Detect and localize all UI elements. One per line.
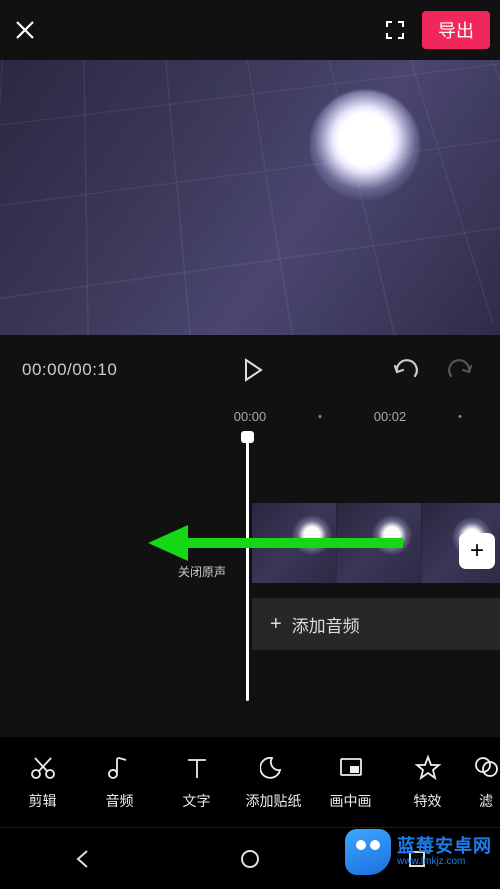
tool-label: 特效 xyxy=(414,791,442,811)
watermark: 蓝莓安卓网 www.lmkjz.com xyxy=(345,829,492,875)
timeline-ruler[interactable]: 00:00 00:02 xyxy=(0,405,500,433)
preview-grid xyxy=(0,60,500,335)
tool-label: 音频 xyxy=(106,791,134,811)
nav-back-button[interactable] xyxy=(63,839,103,879)
plus-icon: + xyxy=(470,537,484,565)
mute-original-audio-button[interactable]: 关闭原声 xyxy=(178,563,226,580)
tool-label: 文字 xyxy=(183,791,211,811)
watermark-title: 蓝莓安卓网 xyxy=(397,837,492,857)
tool-audio[interactable]: 音频 xyxy=(81,753,158,811)
total-time: 00:10 xyxy=(72,360,117,379)
bottom-toolbar: 剪辑 音频 文字 添加贴纸 画中画 xyxy=(0,737,500,827)
plus-icon: + xyxy=(270,613,282,636)
tool-label: 剪辑 xyxy=(29,791,57,811)
tool-label: 滤 xyxy=(479,791,493,811)
music-note-icon xyxy=(105,753,135,783)
ruler-dot xyxy=(459,415,462,418)
time-display: 00:00/00:10 xyxy=(22,360,117,380)
tool-effects[interactable]: 特效 xyxy=(389,753,466,811)
ruler-dot xyxy=(319,415,322,418)
export-button[interactable]: 导出 xyxy=(422,11,490,49)
timeline-area[interactable]: 关闭原声 + + 添加音频 xyxy=(0,433,500,713)
add-audio-track-button[interactable]: + 添加音频 xyxy=(252,598,500,650)
current-time: 00:00 xyxy=(22,360,67,379)
text-icon xyxy=(182,753,212,783)
moon-icon xyxy=(259,753,289,783)
ruler-tick-0: 00:00 xyxy=(234,409,267,424)
filter-icon xyxy=(471,753,500,783)
close-button[interactable] xyxy=(10,15,40,45)
transport-bar: 00:00/00:10 xyxy=(0,335,500,405)
add-clip-button[interactable]: + xyxy=(459,533,495,569)
scissors-icon xyxy=(28,753,58,783)
watermark-text: 蓝莓安卓网 www.lmkjz.com xyxy=(397,837,492,868)
export-label: 导出 xyxy=(438,17,474,43)
undo-button[interactable] xyxy=(388,352,424,388)
tool-label: 添加贴纸 xyxy=(246,791,302,811)
add-audio-label: 添加音频 xyxy=(292,612,360,637)
nav-home-button[interactable] xyxy=(230,839,270,879)
ruler-tick-1: 00:02 xyxy=(374,409,407,424)
tool-edit[interactable]: 剪辑 xyxy=(4,753,81,811)
redo-button[interactable] xyxy=(442,352,478,388)
tool-filter[interactable]: 滤 xyxy=(466,753,500,811)
clip-thumbnail[interactable] xyxy=(252,503,337,583)
watermark-logo-icon xyxy=(345,829,391,875)
tool-sticker[interactable]: 添加贴纸 xyxy=(235,753,312,811)
top-bar: 导出 xyxy=(0,0,500,60)
star-icon xyxy=(413,753,443,783)
clip-thumbnail[interactable] xyxy=(337,503,422,583)
video-preview[interactable] xyxy=(0,60,500,335)
tool-text[interactable]: 文字 xyxy=(158,753,235,811)
play-button[interactable] xyxy=(233,350,273,390)
tool-label: 画中画 xyxy=(330,791,372,811)
preview-light xyxy=(310,90,420,200)
playhead[interactable] xyxy=(246,433,249,701)
fullscreen-button[interactable] xyxy=(380,15,410,45)
watermark-url: www.lmkjz.com xyxy=(397,856,492,867)
pip-icon xyxy=(336,753,366,783)
mute-label: 关闭原声 xyxy=(178,565,226,579)
tool-pip[interactable]: 画中画 xyxy=(312,753,389,811)
video-editor-app: 导出 00:00/00:10 00:00 00:02 xyxy=(0,0,500,889)
